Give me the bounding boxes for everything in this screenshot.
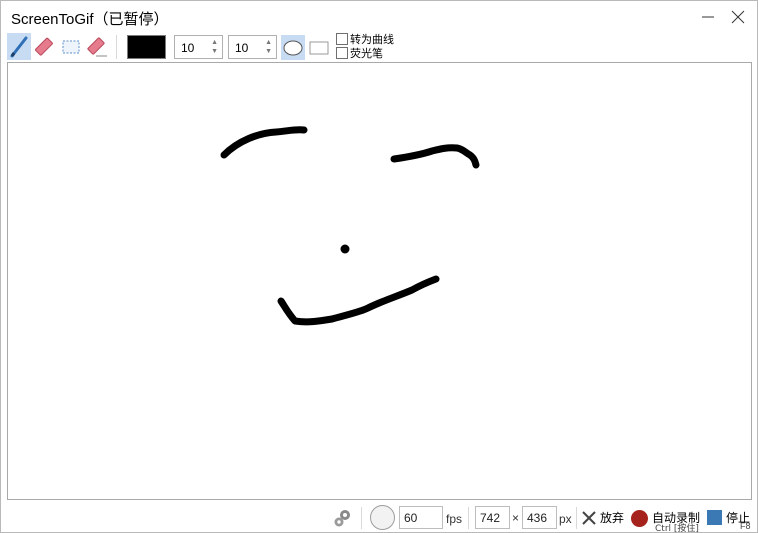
- ink-stroke-right-eyebrow: [390, 144, 480, 169]
- highlighter-icon: [35, 37, 53, 56]
- bottom-divider: [361, 507, 362, 529]
- drawing-toolbar: 10 ▲ ▼ 10 ▲ ▼ 转为曲线 荧光笔: [1, 32, 757, 61]
- checkbox-box[interactable]: [336, 46, 348, 59]
- pen-tool-button[interactable]: [7, 33, 31, 60]
- close-icon: [731, 10, 745, 24]
- fps-input[interactable]: 60: [399, 506, 443, 529]
- select-rectangle-icon: [62, 40, 80, 53]
- eraser-tool-button[interactable]: [85, 33, 109, 60]
- px-unit-label: px: [559, 512, 572, 526]
- discard-label: 放弃: [600, 511, 625, 525]
- fps-unit-label: fps: [446, 512, 463, 526]
- highlighter-tool-button[interactable]: [33, 33, 57, 60]
- times-symbol: ×: [512, 511, 520, 525]
- rectangle-tip-icon: [309, 41, 329, 54]
- settings-button[interactable]: [332, 507, 354, 529]
- select-tool-button[interactable]: [59, 33, 83, 60]
- pen-width-value: 10: [181, 41, 195, 55]
- title-bar[interactable]: ScreenToGif（已暂停）: [1, 1, 757, 33]
- stepper-up-icon[interactable]: ▲: [211, 39, 218, 47]
- window-title: ScreenToGif（已暂停）: [11, 11, 169, 28]
- minimize-button[interactable]: [696, 5, 720, 29]
- ink-dot-nose: [340, 244, 350, 254]
- capture-height-value: 436: [527, 511, 548, 525]
- toolbar-divider: [116, 35, 117, 59]
- record-icon[interactable]: [631, 510, 648, 527]
- pen-width-stepper[interactable]: 10 ▲ ▼: [174, 35, 223, 59]
- app-window: ScreenToGif（已暂停） 10 ▲ ▼ 10 ▲ ▼ 转为曲线 荧光笔 …: [0, 0, 758, 533]
- ellipse-tip-icon: [283, 40, 303, 55]
- capture-width-input[interactable]: 742: [475, 506, 510, 529]
- pen-color-picker[interactable]: [127, 35, 166, 59]
- stepper-down-icon[interactable]: ▼: [211, 48, 218, 56]
- record-shortcut-hint: Ctrl [按住]: [655, 524, 699, 533]
- ink-strokes: [220, 126, 480, 326]
- eraser-icon: [87, 36, 107, 56]
- capture-width-value: 742: [480, 511, 501, 525]
- highlighter-label: 荧光笔: [350, 46, 383, 60]
- fit-to-curve-checkbox[interactable]: 转为曲线: [336, 32, 394, 46]
- discard-x-icon: [582, 510, 596, 525]
- minimize-icon: [702, 16, 714, 18]
- fps-value: 60: [404, 511, 418, 525]
- gears-icon: [334, 510, 350, 527]
- stop-icon[interactable]: [707, 510, 722, 525]
- rectangle-tip-button[interactable]: [307, 35, 331, 60]
- snapshot-mode-button[interactable]: [370, 505, 395, 530]
- ellipse-tip-button[interactable]: [281, 35, 305, 60]
- bottom-divider: [468, 507, 469, 529]
- checkbox-box[interactable]: [336, 32, 348, 45]
- discard-button[interactable]: 放弃: [581, 509, 624, 526]
- stepper-down-icon[interactable]: ▼: [265, 48, 272, 56]
- drawing-canvas[interactable]: [7, 62, 752, 500]
- stop-shortcut-hint: F8: [740, 521, 751, 531]
- pen-icon: [10, 36, 28, 57]
- highlighter-checkbox[interactable]: 荧光笔: [336, 46, 383, 60]
- pen-height-value: 10: [235, 41, 249, 55]
- pen-height-stepper[interactable]: 10 ▲ ▼: [228, 35, 277, 59]
- capture-height-input[interactable]: 436: [522, 506, 557, 529]
- ink-stroke-left-eyebrow: [220, 126, 308, 159]
- stepper-up-icon[interactable]: ▲: [265, 39, 272, 47]
- close-button[interactable]: [726, 5, 750, 29]
- bottom-divider: [576, 507, 577, 529]
- bottom-bar: 60 fps 742 × 436 px 放弃 自动录制 Ctrl [按住] 停止…: [1, 503, 757, 533]
- ink-stroke-mouth: [277, 275, 440, 326]
